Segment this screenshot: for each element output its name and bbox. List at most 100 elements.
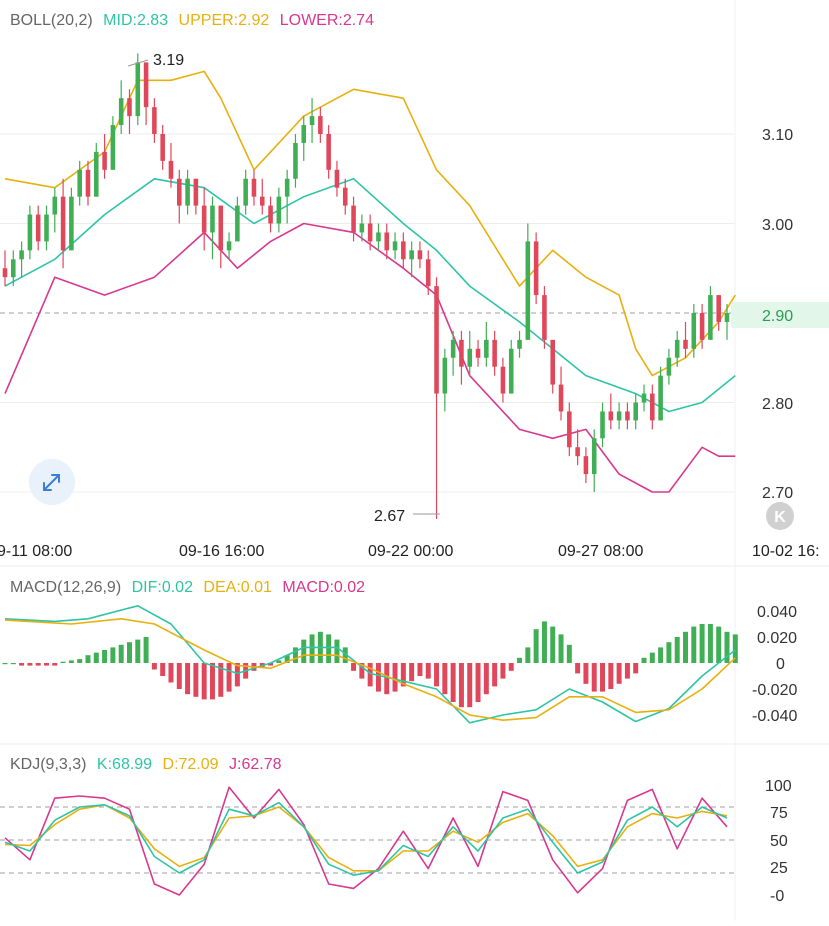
kdj-axis-label: -0 — [770, 888, 784, 905]
macd-panel[interactable] — [2, 604, 738, 724]
macd-histogram-bar — [375, 663, 381, 692]
kdj-axis-label: 50 — [770, 833, 788, 850]
macd-histogram-bar — [176, 663, 182, 689]
macd-header[interactable]: MACD(12,26,9) DIF:0.02 DEA:0.01 MACD:0.0… — [10, 579, 365, 596]
candle-body — [641, 393, 647, 403]
candle-body — [425, 259, 431, 287]
macd-histogram-bar — [44, 663, 49, 666]
chevron-left-icon: K — [774, 509, 786, 526]
macd-histogram-bar — [517, 657, 523, 663]
macd-histogram-bar — [699, 624, 705, 663]
date-label-5: 10-02 16: — [752, 543, 820, 560]
kline-chart-svg[interactable]: BOLL(20,2) MID:2.83 UPPER:2.92 LOWER:2.7… — [0, 0, 829, 921]
candle-body — [135, 62, 141, 117]
macd-histogram-bar — [475, 663, 481, 702]
candle-body — [19, 250, 24, 260]
kdj-axis-label: 25 — [770, 860, 788, 877]
macd-axis-label: -0.040 — [752, 708, 797, 725]
macd-axis-label: 0.040 — [757, 604, 797, 621]
collapse-button[interactable]: K — [766, 502, 794, 530]
candle-body — [259, 196, 265, 206]
macd-histogram-bar — [27, 663, 33, 666]
kdj-axis-label: 75 — [770, 805, 788, 822]
kdj-d-value: D:72.09 — [163, 756, 219, 773]
candle-body — [127, 98, 132, 117]
kdj-panel[interactable] — [0, 786, 735, 896]
candle-body — [201, 205, 207, 233]
macd-histogram-bar — [633, 663, 639, 674]
macd-histogram-bar — [525, 647, 531, 663]
macd-histogram-bar — [707, 624, 713, 663]
macd-histogram-bar — [185, 663, 191, 695]
date-label-4: 09-27 08:00 — [558, 543, 644, 560]
macd-histogram-bar — [193, 663, 199, 697]
candle-body — [475, 348, 481, 358]
price-axis-label: 3.10 — [762, 127, 793, 144]
candle-body — [600, 411, 605, 439]
price-axis-label: 2.80 — [762, 396, 793, 413]
candle-body — [625, 411, 630, 421]
candle-body — [185, 178, 190, 206]
macd-histogram-bar — [93, 652, 99, 663]
date-label-2: 09-16 16:00 — [179, 543, 265, 560]
candle-body — [633, 402, 638, 421]
macd-histogram-bar — [674, 637, 680, 663]
kdj-header-name: KDJ(9,3,3) — [10, 756, 86, 773]
macd-histogram-bar — [160, 663, 166, 676]
macd-histogram-bar — [566, 644, 572, 663]
candle-body — [235, 205, 240, 242]
candle-body — [525, 241, 531, 340]
macd-histogram-bar — [209, 663, 215, 700]
candle-body — [334, 169, 340, 188]
candle-body — [666, 357, 672, 376]
macd-histogram-bar — [392, 663, 398, 692]
macd-histogram-bar — [409, 663, 415, 682]
macd-header-name: MACD(12,26,9) — [10, 579, 121, 596]
price-panel[interactable] — [2, 53, 736, 519]
candle-body — [44, 214, 49, 242]
macd-histogram-bar — [458, 663, 464, 708]
candle-body — [367, 223, 373, 242]
candle-body — [94, 151, 99, 197]
candle-body — [342, 187, 348, 206]
kdj-axis-label: 100 — [765, 778, 792, 795]
price-axis-label: 3.00 — [762, 217, 793, 234]
macd-histogram-bar — [508, 663, 514, 671]
candle-body — [384, 232, 390, 251]
macd-histogram-bar — [19, 663, 25, 666]
candle-body — [2, 268, 8, 278]
candle-body — [467, 348, 473, 367]
candle-body — [243, 178, 248, 206]
candle-body — [650, 393, 655, 421]
candle-body — [708, 295, 713, 340]
kdj-header[interactable]: KDJ(9,3,3) K:68.99 D:72.09 J:62.78 — [10, 756, 282, 773]
candle-body — [293, 142, 298, 179]
date-label-3: 09-22 00:00 — [368, 543, 454, 560]
macd-histogram-bar — [483, 663, 489, 695]
candle-body — [674, 339, 680, 358]
candle-body — [508, 348, 514, 394]
candle-body — [683, 339, 688, 349]
low-annotation: 2.67 — [374, 508, 405, 525]
current-price-label: 2.90 — [762, 308, 793, 325]
boll-header[interactable]: BOLL(20,2) MID:2.83 UPPER:2.92 LOWER:2.7… — [10, 12, 374, 29]
chart-root: BOLL(20,2) MID:2.83 UPPER:2.92 LOWER:2.7… — [0, 0, 829, 921]
macd-histogram-bar — [600, 663, 606, 692]
candle-body — [160, 134, 165, 161]
expand-button[interactable] — [29, 459, 75, 505]
macd-histogram-bar — [367, 663, 373, 687]
macd-histogram-bar — [201, 663, 207, 700]
candle-body — [110, 125, 116, 170]
macd-histogram-bar — [533, 629, 539, 663]
candle-body — [309, 116, 315, 126]
candle-body — [60, 196, 66, 251]
candle-body — [724, 313, 730, 322]
macd-histogram-bar — [309, 634, 315, 663]
candle-body — [500, 366, 506, 394]
macd-axis-label: 0.020 — [757, 630, 797, 647]
candle-body — [318, 116, 323, 134]
macd-histogram-bar — [450, 663, 456, 702]
macd-histogram-bar — [35, 663, 41, 666]
candle-body — [268, 205, 273, 224]
boll-upper-value: UPPER:2.92 — [179, 12, 270, 29]
